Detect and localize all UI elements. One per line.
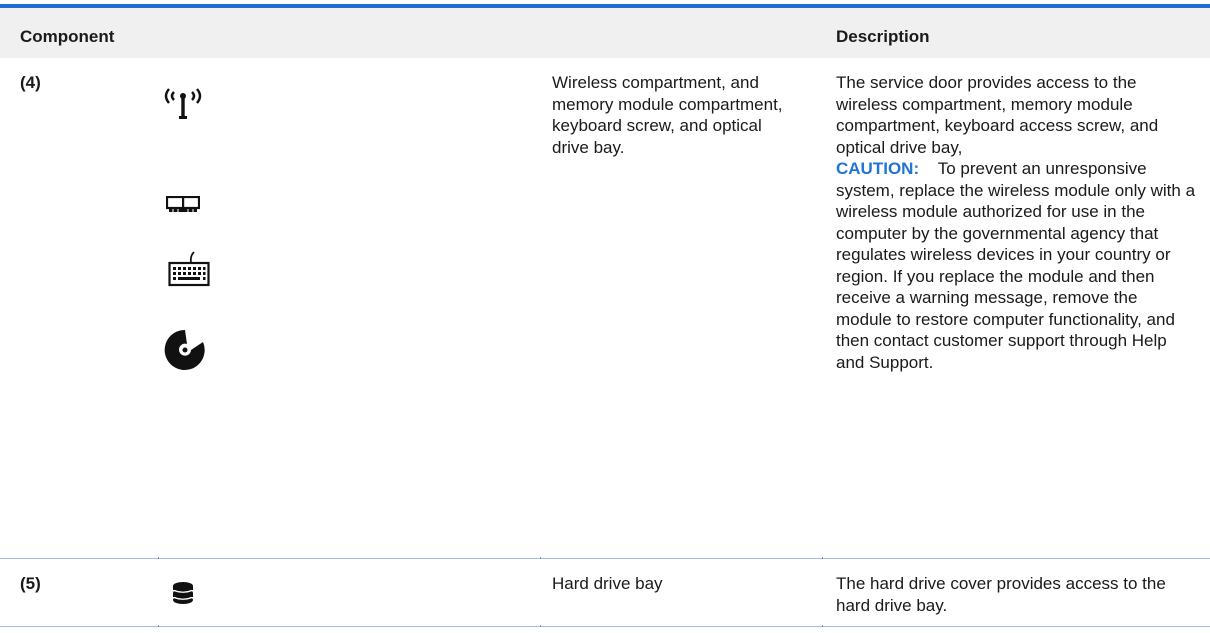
caution-label: CAUTION:	[836, 159, 920, 178]
column-tick	[540, 557, 541, 559]
caution-text: To prevent an unresponsive system, repla…	[836, 159, 1196, 372]
table-header-row: Component Description	[0, 8, 1210, 58]
keyboard-icon	[168, 251, 210, 287]
memory-module-icon	[166, 196, 200, 212]
hard-drive-icon	[173, 582, 193, 604]
row-description-text: The service door provides access to the …	[836, 73, 1159, 157]
row-divider	[0, 626, 1210, 627]
column-tick	[822, 557, 823, 559]
column-tick	[158, 557, 159, 559]
row-component-text: Wireless compartment, and memory module …	[552, 73, 783, 157]
row-description-text: The hard drive cover provides access to …	[836, 574, 1166, 615]
column-tick	[540, 625, 541, 627]
row-divider	[0, 558, 1210, 559]
row-component-text: Hard drive bay	[552, 574, 663, 593]
row-number: (4)	[20, 73, 41, 92]
optical-drive-icon	[164, 329, 205, 370]
row-number: (5)	[20, 574, 41, 593]
column-tick	[822, 625, 823, 627]
column-tick	[158, 625, 159, 627]
header-component: Component	[20, 27, 115, 46]
caution-note: CAUTION: To prevent an unresponsive syst…	[836, 158, 1196, 373]
header-description: Description	[836, 27, 930, 46]
wireless-icon	[164, 88, 202, 119]
